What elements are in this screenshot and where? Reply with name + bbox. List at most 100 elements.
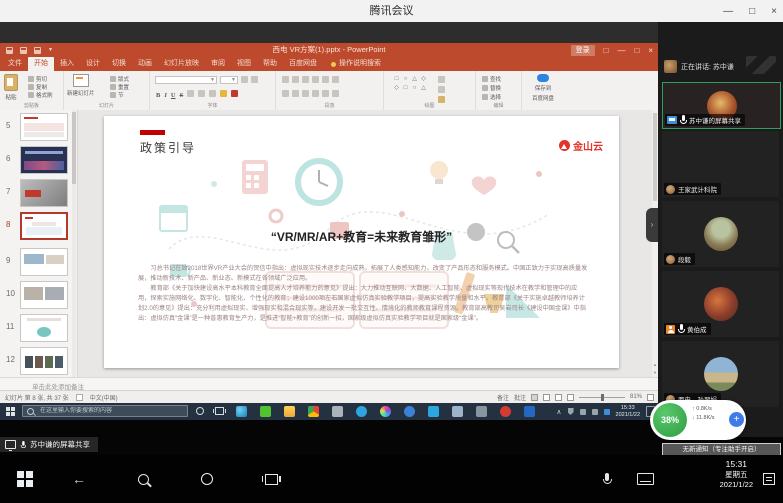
taskbar-search-box[interactable] — [22, 405, 188, 417]
slide-thumbnail[interactable] — [20, 347, 68, 375]
netease-music-icon[interactable] — [500, 406, 511, 417]
grow-font-icon[interactable] — [241, 76, 248, 83]
host-search-button[interactable] — [126, 455, 160, 503]
participant-tile[interactable]: 苏中谦的屏幕共享 — [662, 82, 781, 129]
tab-home[interactable]: 开始 — [28, 57, 54, 71]
fit-to-window-icon[interactable] — [647, 394, 654, 401]
find-button[interactable]: 查找 — [482, 75, 501, 83]
slide[interactable]: 政策引导 金山云 — [104, 116, 619, 368]
chrome-icon[interactable] — [308, 406, 319, 417]
change-case-icon[interactable] — [209, 90, 216, 97]
file-explorer-icon[interactable] — [284, 406, 295, 417]
minimize-icon[interactable]: — — [723, 6, 733, 17]
slide-thumbnail[interactable] — [20, 281, 68, 309]
font-size-box[interactable]: ▼ — [220, 76, 238, 84]
close-icon[interactable]: × — [771, 6, 777, 17]
thumbnail-row[interactable]: 6 — [0, 145, 78, 176]
italic-button[interactable]: I — [164, 92, 167, 99]
photos-icon[interactable] — [380, 406, 391, 417]
language-indicator[interactable]: 中文(中国) — [90, 393, 118, 402]
tab-design[interactable]: 设计 — [80, 57, 106, 71]
justify-icon[interactable] — [312, 90, 319, 97]
cortana-button[interactable] — [196, 407, 204, 415]
replace-button[interactable]: 替换 — [482, 84, 501, 92]
word-icon[interactable] — [452, 406, 463, 417]
qq-icon[interactable] — [404, 406, 415, 417]
app-icon[interactable] — [476, 406, 487, 417]
thumbnail-row[interactable]: 10 — [0, 280, 78, 311]
tab-insert[interactable]: 插入 — [54, 57, 80, 71]
task-view-button[interactable] — [215, 407, 224, 415]
tab-animations[interactable]: 动画 — [132, 57, 158, 71]
touch-keyboard-button[interactable] — [628, 455, 662, 503]
char-spacing-icon[interactable] — [198, 90, 205, 97]
edge-icon[interactable] — [236, 406, 247, 417]
slide-thumbnail[interactable] — [20, 314, 68, 342]
ribbon-options-icon[interactable]: □ — [604, 46, 609, 55]
back-button[interactable]: ← — [62, 455, 96, 503]
wechat-icon[interactable] — [260, 406, 271, 417]
notes-toggle[interactable]: 备注 — [497, 393, 509, 402]
thumbnail-row[interactable]: 9 — [0, 247, 78, 278]
text-shadow-icon[interactable] — [187, 90, 194, 97]
increase-indent-icon[interactable] — [312, 76, 319, 83]
bullets-icon[interactable] — [282, 76, 289, 83]
comments-toggle[interactable]: 批注 — [514, 393, 526, 402]
spellcheck-icon[interactable] — [76, 394, 83, 401]
paste-button[interactable]: 粘贴 — [4, 74, 18, 101]
save-to-baidu-button[interactable]: 保存到 百度网盘 — [532, 74, 554, 102]
slide-thumbnail[interactable] — [20, 248, 68, 276]
columns-icon[interactable] — [322, 90, 329, 97]
tab-help[interactable]: 帮助 — [257, 57, 283, 71]
telegram-icon[interactable] — [356, 406, 367, 417]
tab-review[interactable]: 审阅 — [205, 57, 231, 71]
thumbnail-row[interactable]: 11 — [0, 313, 78, 344]
thumbnail-row[interactable]: 8 — [0, 211, 78, 242]
widget-expand-button[interactable]: + — [729, 412, 744, 427]
text-direction-icon[interactable] — [332, 76, 339, 83]
tab-file[interactable]: 文件 — [2, 57, 28, 71]
maximize-icon[interactable]: □ — [749, 6, 755, 17]
notes-pane[interactable]: 单击此处添加备注 — [0, 377, 658, 390]
security-shield-icon[interactable] — [568, 408, 574, 415]
align-center-icon[interactable] — [292, 90, 299, 97]
search-input[interactable] — [38, 407, 182, 415]
thumbnail-scrollbar[interactable] — [72, 110, 76, 377]
new-slide-button[interactable]: 新建幻灯片 — [67, 74, 95, 97]
ppt-minimize-icon[interactable]: — — [617, 46, 625, 55]
display-icon[interactable] — [580, 409, 586, 415]
tray-clock[interactable]: 15:33 2021/1/22 — [616, 405, 640, 418]
tab-transitions[interactable]: 切换 — [106, 57, 132, 71]
format-painter-button[interactable]: 格式刷 — [28, 91, 53, 99]
bold-button[interactable]: B — [156, 92, 160, 99]
layout-button[interactable]: 版式 — [110, 75, 129, 83]
volume-icon[interactable] — [592, 409, 598, 415]
select-button[interactable]: 选择 — [482, 93, 501, 101]
font-name-box[interactable]: ▼ — [155, 76, 217, 84]
host-cortana-button[interactable] — [190, 455, 224, 503]
thumbnail-row[interactable]: 7 — [0, 178, 78, 209]
tab-view[interactable]: 视图 — [231, 57, 257, 71]
quick-styles-icon[interactable] — [438, 86, 445, 93]
host-action-center-button[interactable] — [755, 455, 783, 503]
tell-me-search[interactable]: 操作说明搜索 — [331, 57, 381, 71]
decrease-indent-icon[interactable] — [302, 76, 309, 83]
participant-tile[interactable]: 黄伯成 — [662, 271, 779, 337]
line-spacing-icon[interactable] — [322, 76, 329, 83]
reading-view-icon[interactable] — [555, 394, 562, 401]
slide-thumbnail-selected[interactable] — [20, 212, 68, 240]
reset-button[interactable]: 重置 — [110, 83, 129, 91]
zoom-percentage[interactable]: 81% — [630, 394, 642, 400]
ppt-restore-icon[interactable]: □ — [634, 46, 639, 55]
shapes-gallery[interactable]: □ ○ △ ◇ ◇ □ ○ △ — [392, 75, 428, 93]
ppt-close-icon[interactable]: × — [648, 46, 653, 55]
arrange-icon[interactable] — [438, 76, 445, 83]
movies-icon[interactable] — [524, 406, 535, 417]
signin-button[interactable]: 登录 — [571, 45, 595, 56]
performance-widget[interactable]: 38% ↑ 0.8K/s ↓ 11.8K/s + — [650, 400, 746, 440]
slide-thumbnail[interactable] — [20, 113, 68, 141]
highlight-color-icon[interactable] — [220, 90, 227, 97]
host-task-view-button[interactable] — [254, 455, 288, 503]
participant-tile[interactable]: 西电—孙翠娟 — [662, 341, 779, 407]
font-color-icon[interactable] — [231, 90, 238, 97]
